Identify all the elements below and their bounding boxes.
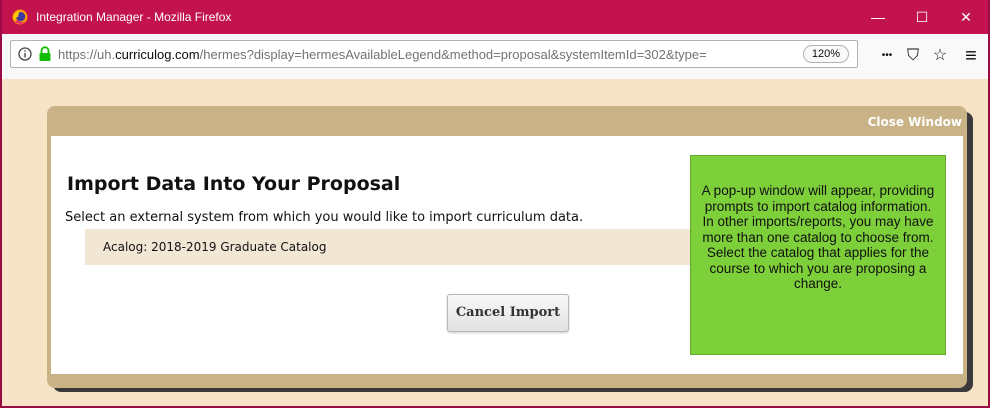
catalog-option-label: Acalog: 2018-2019 Graduate Catalog [103, 240, 327, 254]
instruction-callout: A pop-up window will appear, providing p… [690, 155, 946, 355]
modal-instructions: Select an external system from which you… [65, 210, 584, 225]
url-path: /hermes?display=hermesAvailableLegend&me… [199, 47, 707, 62]
zoom-level-badge[interactable]: 120% [803, 45, 849, 63]
url-text[interactable]: https://uh.curriculog.com/hermes?display… [58, 47, 793, 62]
firefox-logo-icon [12, 9, 28, 25]
url-host: curriculog.com [115, 47, 200, 62]
window-title: Integration Manager - Mozilla Firefox [36, 10, 232, 24]
title-bar[interactable]: Integration Manager - Mozilla Firefox — … [2, 0, 988, 34]
address-bar[interactable]: https://uh.curriculog.com/hermes?display… [10, 40, 858, 68]
cancel-import-button[interactable]: Cancel Import [447, 294, 569, 332]
hamburger-menu-icon[interactable]: ≡ [962, 46, 980, 66]
navigation-toolbar: https://uh.curriculog.com/hermes?display… [2, 34, 988, 113]
url-prefix: https://uh. [58, 47, 116, 62]
minimize-button[interactable]: — [856, 0, 900, 34]
info-icon[interactable] [18, 47, 32, 61]
maximize-button[interactable]: ☐ [900, 0, 944, 34]
catalog-option-row[interactable]: Acalog: 2018-2019 Graduate Catalog [85, 229, 691, 265]
close-button[interactable]: ✕ [944, 0, 988, 34]
more-actions-icon[interactable]: ••• [878, 47, 896, 65]
lock-icon[interactable] [38, 46, 52, 62]
modal-heading: Import Data Into Your Proposal [67, 173, 401, 195]
close-window-link[interactable]: Close Window [868, 115, 962, 129]
browser-window: Integration Manager - Mozilla Firefox — … [0, 0, 990, 408]
bookmark-star-icon[interactable]: ☆ [931, 47, 949, 65]
pocket-icon[interactable]: ⛉ [904, 47, 922, 65]
